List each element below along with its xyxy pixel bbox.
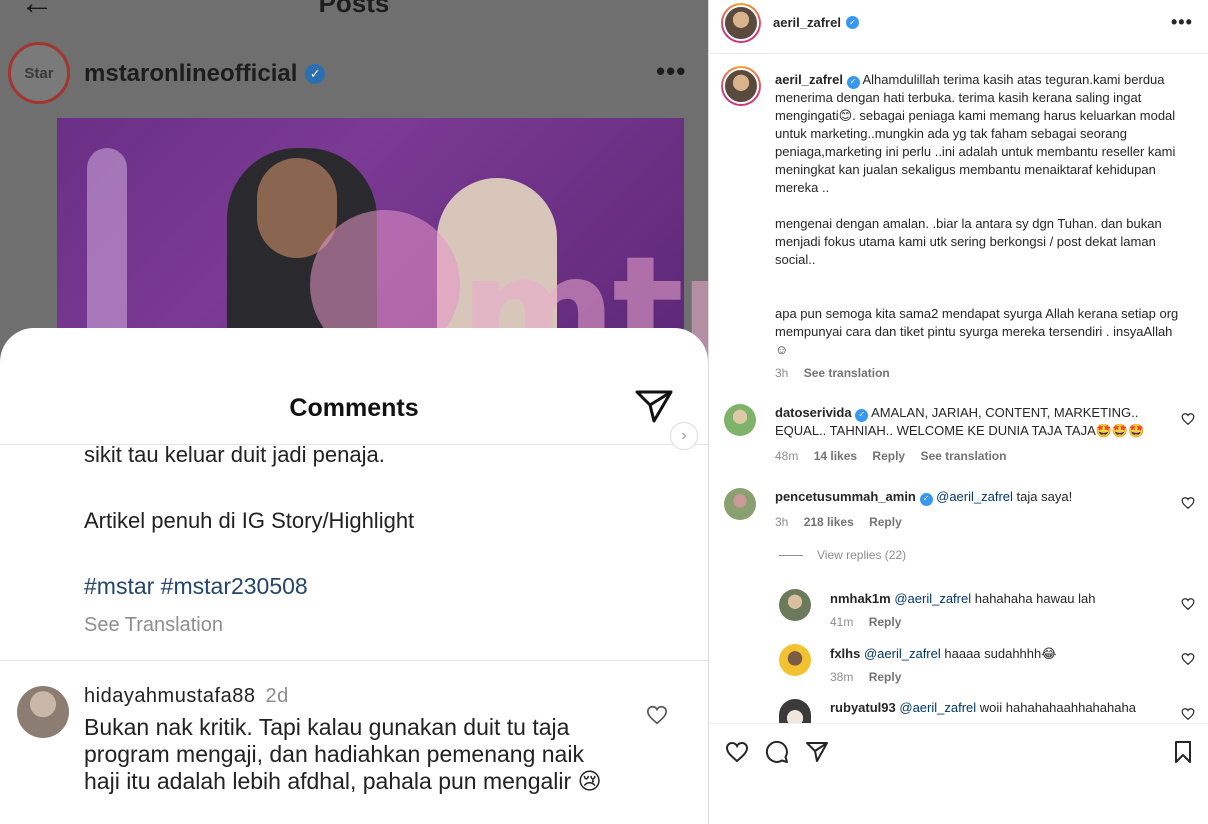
heart-icon[interactable] — [1181, 597, 1195, 611]
comment-time: 2d — [265, 685, 289, 707]
mention-link[interactable]: @aeril_zafrel — [894, 591, 971, 606]
reply-body: hahahaha hawau lah — [974, 591, 1096, 606]
comments-title: Comments — [289, 394, 419, 422]
send-icon[interactable] — [634, 388, 674, 424]
reply-text: rubyatul93 @aeril_zafrel woii hahahahaah… — [830, 699, 1170, 717]
account-name-text: mstaronlineofficial — [84, 60, 298, 87]
reply-body: woii hahahahaahhahahaha — [979, 700, 1136, 715]
verified-badge-icon: ✓ — [846, 75, 860, 89]
post-username-text: aeril_zafrel — [773, 15, 841, 30]
comment-username[interactable]: hidayahmustafa88 — [84, 685, 255, 707]
reply-username[interactable]: nmhak1m — [830, 591, 891, 606]
verified-badge-icon: ✓ — [919, 492, 933, 506]
mention-link[interactable]: @aeril_zafrel — [864, 646, 941, 661]
mention-link[interactable]: @aeril_zafrel — [936, 489, 1013, 504]
chevron-right-icon[interactable]: › — [670, 422, 698, 450]
reply-button[interactable]: Reply — [872, 449, 905, 463]
screenshot-collage: ← Posts Star mstaronlineofficial ✓ ••• m… — [0, 0, 1208, 824]
comment-text: Bukan nak kritik. Tapi kalau gunakan dui… — [84, 714, 602, 794]
post-header: aeril_zafrel ✓ ••• — [709, 0, 1208, 54]
comment-bubble-icon[interactable] — [765, 740, 789, 764]
caption-username[interactable]: aeril_zafrel — [775, 72, 843, 87]
caption-hashtags[interactable]: #mstar #mstar230508 — [84, 573, 308, 600]
avatar[interactable] — [724, 488, 756, 520]
caption-meta: 3h See translation — [775, 366, 902, 380]
caption-time: 3h — [775, 366, 789, 380]
account-name[interactable]: mstaronlineofficial ✓ — [84, 60, 326, 88]
avatar-logo-text: Star — [24, 64, 54, 82]
reply-username[interactable]: fxlhs — [830, 646, 860, 661]
comment-likes[interactable]: 218 likes — [804, 515, 854, 529]
desktop-post-panel: aeril_zafrel ✓ ••• aeril_zafrel ✓ Alhamd… — [708, 0, 1208, 824]
heart-icon[interactable] — [1181, 412, 1195, 426]
post-action-bar — [709, 723, 1208, 777]
comment-header: hidayahmustafa88 2d — [84, 685, 289, 708]
divider — [0, 660, 708, 661]
mention-link[interactable]: @aeril_zafrel — [899, 700, 976, 715]
avatar[interactable] — [779, 589, 811, 621]
comments-sheet: Comments › sikit tau keluar duit jadi pe… — [0, 328, 708, 824]
comment-meta: 48m 14 likes Reply See translation — [775, 449, 1018, 463]
heart-icon[interactable] — [646, 704, 668, 726]
comment-username[interactable]: pencetusummah_amin — [775, 489, 916, 504]
comment-time: 48m — [775, 449, 799, 463]
divider — [779, 554, 803, 556]
reply-time: 38m — [830, 670, 854, 684]
verified-badge-icon: ✓ — [305, 64, 326, 84]
see-translation-link[interactable]: See translation — [920, 449, 1006, 463]
caption-paragraph: mengenai dengan amalan. .biar la antara … — [775, 216, 1162, 267]
avatar[interactable] — [779, 644, 811, 676]
comment-username[interactable]: datoserivida — [775, 405, 852, 420]
see-translation-link[interactable]: See Translation — [84, 614, 223, 637]
comment-text: pencetusummah_amin ✓ @aeril_zafrel taja … — [775, 488, 1175, 506]
reply-text: nmhak1m @aeril_zafrel hahahaha hawau lah — [830, 590, 1170, 608]
avatar[interactable] — [721, 66, 761, 106]
avatar[interactable] — [724, 404, 756, 436]
reply-time: 41m — [830, 615, 854, 629]
heart-icon[interactable] — [1181, 496, 1195, 510]
verified-badge-icon: ✓ — [855, 408, 869, 422]
posts-header-title: Posts — [318, 0, 390, 18]
reply-text: fxlhs @aeril_zafrel haaaa sudahhhh😂 — [830, 645, 1170, 663]
post-username[interactable]: aeril_zafrel ✓ — [773, 15, 859, 30]
comment-time: 3h — [775, 515, 789, 529]
more-options-icon[interactable]: ••• — [656, 56, 686, 87]
view-replies-button[interactable]: View replies (22) — [779, 548, 906, 562]
heart-icon[interactable] — [1181, 707, 1195, 721]
reply-button[interactable]: Reply — [869, 515, 902, 529]
more-options-icon[interactable]: ••• — [1171, 12, 1193, 33]
reply-button[interactable]: Reply — [869, 615, 902, 629]
view-replies-label: View replies (22) — [817, 548, 907, 562]
heart-icon[interactable] — [1181, 652, 1195, 666]
avatar[interactable] — [779, 699, 811, 723]
comment-body: taja saya! — [1016, 489, 1073, 504]
caption-paragraph: apa pun semoga kita sama2 mendapat syurg… — [775, 306, 1179, 357]
share-send-icon[interactable] — [805, 740, 829, 764]
comment-text: datoserivida ✓ AMALAN, JARIAH, CONTENT, … — [775, 404, 1175, 440]
avatar[interactable] — [17, 686, 69, 738]
account-avatar[interactable]: Star — [8, 42, 70, 104]
reply-meta: 38m Reply — [830, 670, 913, 684]
post-caption: aeril_zafrel ✓ Alhamdulillah terima kasi… — [775, 71, 1185, 359]
mobile-post-view: ← Posts Star mstaronlineofficial ✓ ••• m… — [0, 0, 708, 824]
caption-line: sikit tau keluar duit jadi penaja. — [84, 442, 385, 467]
reply-body: haaaa sudahhhh😂 — [944, 646, 1057, 661]
comment-meta: 3h 218 likes Reply — [775, 515, 914, 529]
verified-badge-icon: ✓ — [845, 16, 859, 29]
reply-meta: 41m Reply — [830, 615, 913, 629]
avatar[interactable] — [721, 3, 761, 43]
bookmark-icon[interactable] — [1171, 740, 1195, 764]
caption-line: Artikel penuh di IG Story/Highlight — [84, 508, 415, 533]
caption-paragraph: Alhamdulillah terima kasih atas teguran.… — [775, 72, 1176, 195]
reply-username[interactable]: rubyatul93 — [830, 700, 896, 715]
image-light-streak — [87, 148, 127, 340]
comment-likes[interactable]: 14 likes — [814, 449, 857, 463]
reply-button[interactable]: Reply — [869, 670, 902, 684]
see-translation-link[interactable]: See translation — [804, 366, 890, 380]
like-heart-icon[interactable] — [725, 740, 749, 764]
